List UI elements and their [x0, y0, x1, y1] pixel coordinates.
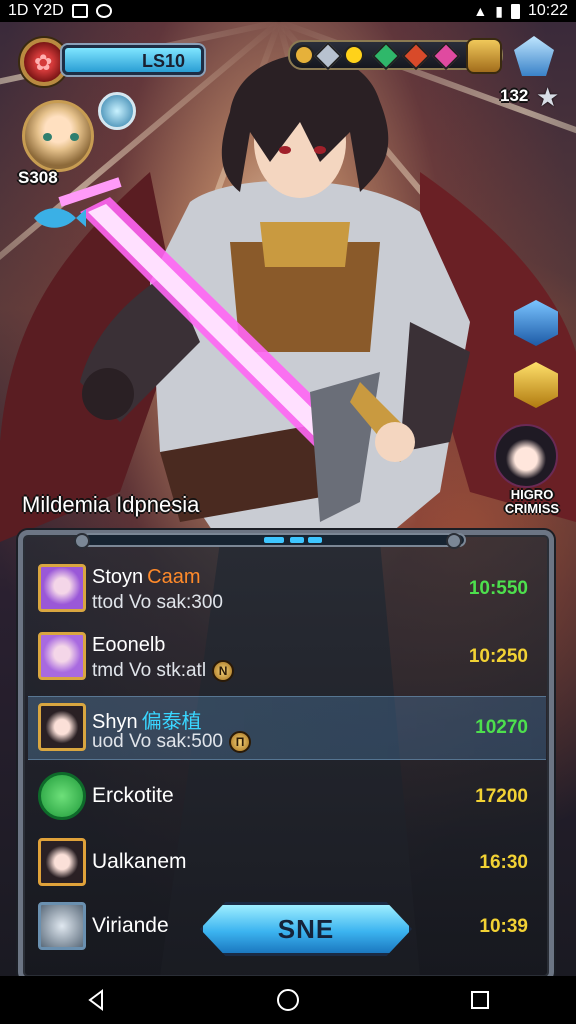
guild-emblem[interactable]: ✿	[20, 38, 68, 86]
shield-icon	[38, 902, 86, 950]
row-score: 10:39	[479, 916, 528, 937]
row-subtext: uod Vo sak:500	[92, 731, 223, 753]
signal-icon: ▮	[495, 2, 503, 19]
panel-knob-right	[446, 533, 462, 549]
send-button-label: SNE	[277, 913, 335, 944]
row-score: 16:30	[479, 852, 528, 873]
row-score: 17200	[475, 786, 528, 807]
row-name: Stoyn	[92, 566, 144, 588]
leaf-icon	[38, 772, 86, 820]
status-left-text: 1D Y2D	[8, 2, 64, 19]
player-avatar[interactable]	[22, 100, 94, 172]
rose-icon: ✿	[34, 50, 53, 75]
row-score: 10:550	[468, 578, 528, 599]
back-button[interactable]	[66, 980, 126, 1020]
row-subtext: ttod Vo sak:300	[92, 592, 223, 613]
player-avatar-icon	[38, 632, 86, 680]
leaderboard-row[interactable]: Ualkanem 16:30	[28, 832, 546, 896]
leaderboard-row[interactable]: Erckotite 17200	[28, 766, 546, 830]
yellow-orb-icon	[344, 45, 364, 65]
gold-crest-icon[interactable]	[466, 38, 502, 74]
row-name: Erckotite	[92, 784, 174, 807]
leaderboard-row[interactable]: Stoyn Caam ttod Vo sak:300 10:550	[28, 558, 546, 622]
panel-progress	[82, 533, 466, 547]
recents-icon	[471, 991, 489, 1009]
send-button[interactable]: SNE	[200, 902, 412, 956]
player-avatar-icon	[38, 564, 86, 612]
status-time: 10:22	[527, 2, 568, 19]
gate-icon: П	[229, 731, 251, 753]
region-label: Mildemia Idpnesia	[22, 492, 200, 517]
row-name: Ualkanem	[92, 850, 187, 873]
level-bar: LS10	[62, 45, 204, 75]
player-avatar-icon	[38, 703, 86, 751]
row-score: 10270	[475, 717, 528, 738]
back-icon	[88, 989, 103, 1011]
row-subtext: tmd Vo stk:atl	[92, 660, 207, 682]
status-bar: 1D Y2D ▲ ▮ 10:22	[0, 0, 576, 22]
currency-value: 132	[500, 86, 529, 105]
row-name: Viriande	[92, 914, 169, 937]
gold-orb-icon	[294, 45, 314, 65]
home-icon	[277, 989, 299, 1011]
player-score: S308	[18, 168, 58, 187]
leaderboard-row[interactable]: Eoonelb tmd Vo stk:atl N 10:250	[28, 626, 546, 690]
row-tag: Caam	[147, 566, 201, 588]
fish-icon	[34, 208, 86, 228]
recents-button[interactable]	[450, 980, 510, 1020]
rival-avatar[interactable]	[494, 424, 558, 488]
compass-icon[interactable]	[98, 92, 136, 130]
rival-name: HIGRO CRIMISS	[504, 487, 560, 516]
row-tag: 偏泰植	[141, 711, 202, 733]
row-score: 10:250	[468, 646, 528, 667]
wifi-icon: ▲	[473, 3, 488, 19]
leaderboard-row-selected[interactable]: Shyn 偏泰植 uod Vo sak:500 П 10270	[28, 696, 546, 760]
navigation-bar	[0, 976, 576, 1024]
row-name: Eoonelb	[92, 634, 166, 656]
row-name: Shyn	[92, 711, 138, 733]
star-icon: ★	[536, 82, 560, 112]
battery-icon	[510, 3, 520, 19]
notification-icon	[71, 4, 88, 18]
player-avatar-icon	[38, 838, 86, 886]
home-button[interactable]	[258, 980, 318, 1020]
sync-icon	[95, 4, 112, 18]
level-label: LS10	[141, 51, 185, 71]
coin-icon: N	[212, 660, 235, 682]
game-screen: 1D Y2D ▲ ▮ 10:22 ✿ LS10 S308 132 ★ HIGRO…	[0, 0, 576, 1024]
panel-knob-left	[74, 533, 90, 549]
